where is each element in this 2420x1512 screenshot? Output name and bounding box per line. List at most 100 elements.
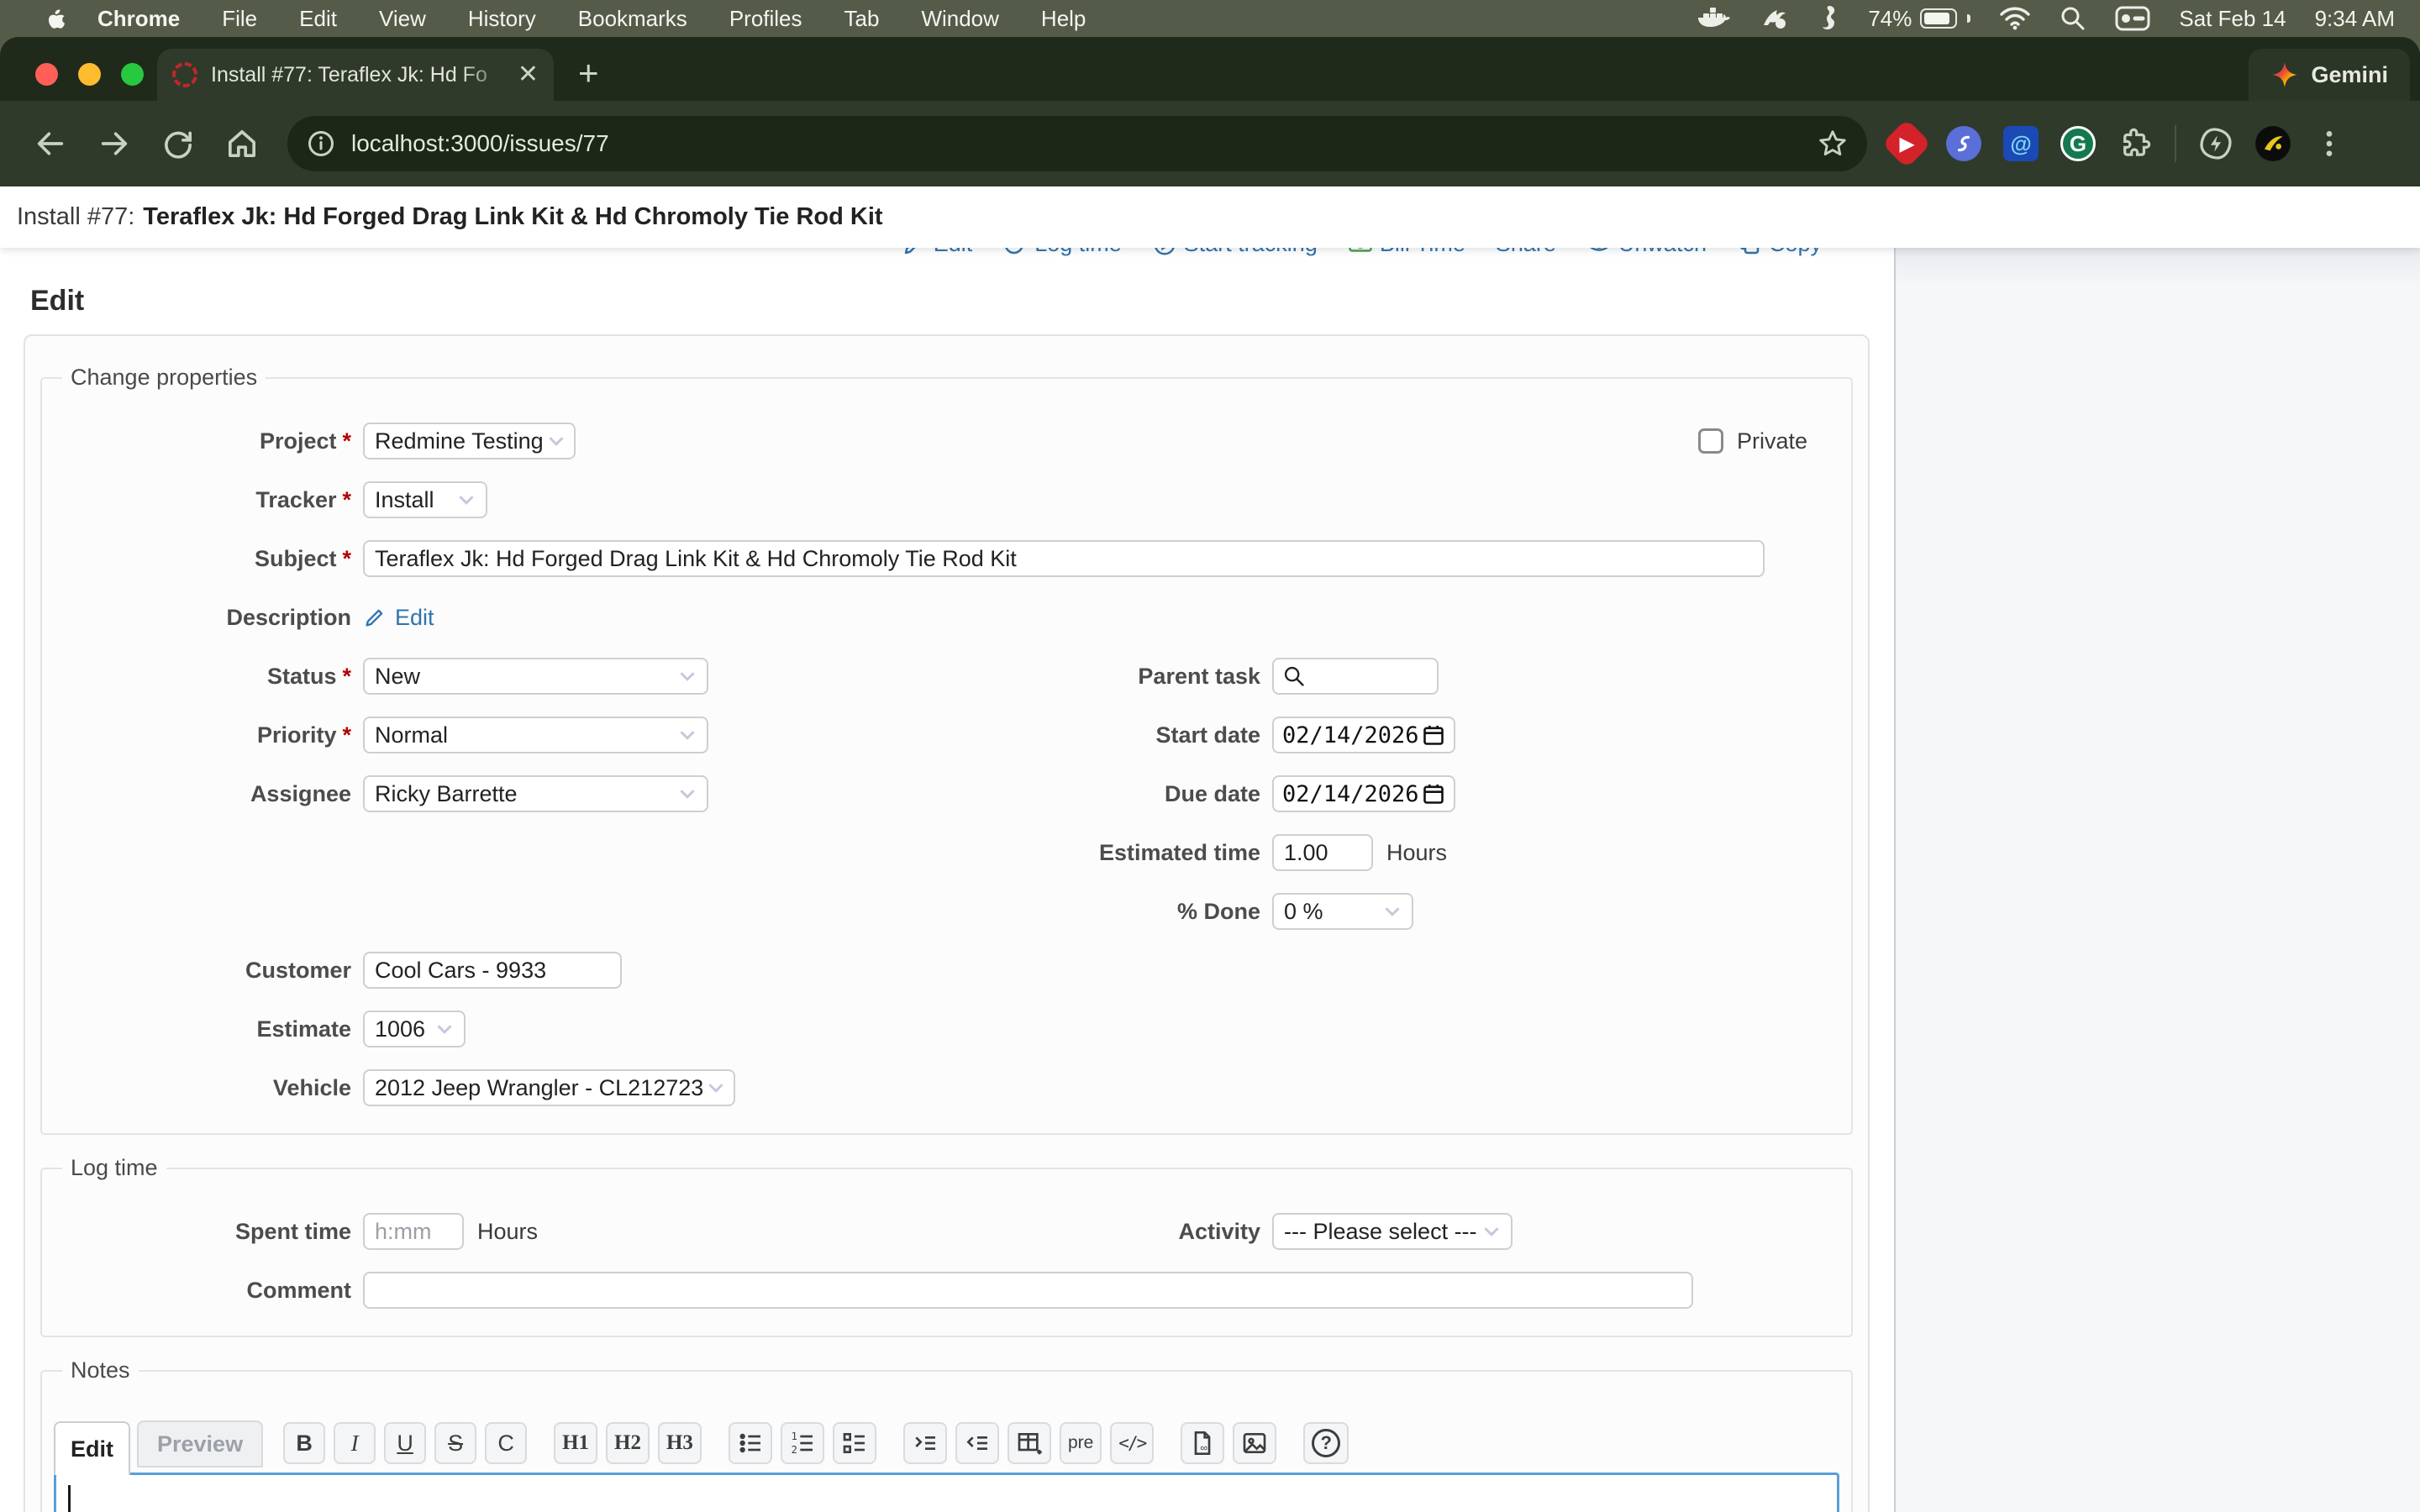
spent-time-hours-suffix: Hours	[477, 1219, 538, 1245]
notes-tab-edit[interactable]: Edit	[54, 1421, 130, 1475]
battery-icon	[1920, 8, 1957, 29]
blockquote-icon[interactable]	[903, 1422, 947, 1464]
ordered-list-icon[interactable]: 12	[781, 1422, 824, 1464]
svg-text:∞: ∞	[1201, 1441, 1208, 1453]
calendar-icon[interactable]	[1422, 782, 1445, 806]
due-date-input[interactable]: 02/14/2026	[1272, 775, 1455, 812]
browser-toolbar: localhost:3000/issues/77 ▶ @ G	[0, 101, 2420, 186]
description-edit-link[interactable]: Edit	[363, 605, 434, 631]
task-list-icon[interactable]	[833, 1422, 876, 1464]
assignee-select[interactable]: Ricky Barrette	[363, 775, 708, 812]
menubar-item-help[interactable]: Help	[1041, 6, 1086, 32]
energy-saver-icon[interactable]	[2198, 126, 2233, 161]
tab-close-icon[interactable]: ✕	[518, 62, 539, 87]
done-select[interactable]: 0 %	[1272, 893, 1413, 930]
menubar-item-file[interactable]: File	[222, 6, 257, 32]
extension-icon-red[interactable]: ▶	[1881, 118, 1931, 168]
menubar-item-history[interactable]: History	[468, 6, 536, 32]
new-tab-button[interactable]: +	[578, 55, 599, 91]
menubar-time[interactable]: 9:34 AM	[2315, 6, 2395, 32]
profile-avatar[interactable]	[2255, 126, 2291, 161]
action-edit[interactable]: Edit	[902, 248, 973, 257]
docker-icon[interactable]	[1697, 5, 1730, 32]
bookmark-star-icon[interactable]	[1817, 128, 1849, 160]
inline-code-button[interactable]: C	[485, 1422, 527, 1464]
extensions-puzzle-icon[interactable]	[2118, 126, 2153, 161]
forward-icon[interactable]	[97, 127, 131, 160]
action-bill-time[interactable]: Bill Time	[1348, 248, 1465, 257]
project-select[interactable]: Redmine Testing	[363, 423, 576, 459]
status-extra-icon-2[interactable]	[1818, 4, 1839, 33]
action-start-tracking[interactable]: Start tracking	[1152, 248, 1318, 257]
home-icon[interactable]	[225, 127, 259, 160]
menubar-item-view[interactable]: View	[379, 6, 426, 32]
comment-input[interactable]	[363, 1272, 1693, 1309]
heading1-button[interactable]: H1	[554, 1422, 597, 1464]
menubar-item-edit[interactable]: Edit	[299, 6, 337, 32]
status-extra-icon-1[interactable]	[1759, 5, 1789, 32]
strikethrough-button[interactable]: S	[434, 1422, 476, 1464]
menubar-app-name[interactable]: Chrome	[97, 6, 180, 32]
apple-icon[interactable]	[44, 6, 67, 31]
private-checkbox[interactable]	[1698, 428, 1723, 454]
issue-title: Teraflex Jk: Hd Forged Drag Link Kit & H…	[143, 203, 882, 231]
browser-tab[interactable]: Install #77: Teraflex Jk: Hd Fo ✕	[157, 49, 554, 101]
spent-time-input[interactable]	[363, 1213, 464, 1250]
wiki-link-icon[interactable]: ∞	[1181, 1422, 1224, 1464]
toolbar-divider	[2175, 125, 2176, 162]
menubar-item-tab[interactable]: Tab	[844, 6, 880, 32]
menubar-item-window[interactable]: Window	[921, 6, 998, 32]
status-select[interactable]: New	[363, 658, 708, 695]
back-icon[interactable]	[34, 127, 67, 160]
minimize-window-button[interactable]	[78, 63, 101, 86]
heading3-button[interactable]: H3	[658, 1422, 702, 1464]
bold-button[interactable]: B	[283, 1422, 325, 1464]
issue-action-links: Edit Log time Start tracking Bill Time	[902, 248, 1822, 257]
estimate-select[interactable]: 1006	[363, 1011, 466, 1047]
notes-textarea[interactable]	[54, 1473, 1839, 1512]
grammarly-icon[interactable]: G	[2060, 126, 2096, 161]
action-copy[interactable]: Copy	[1737, 248, 1822, 257]
italic-button[interactable]: I	[334, 1422, 376, 1464]
code-block-button[interactable]: </>	[1110, 1422, 1154, 1464]
unordered-list-icon[interactable]	[729, 1422, 772, 1464]
play-circle-icon	[1152, 248, 1177, 257]
unquote-icon[interactable]	[955, 1422, 999, 1464]
extension-icon-at[interactable]: @	[2003, 126, 2039, 161]
address-bar[interactable]: localhost:3000/issues/77	[287, 116, 1867, 171]
customer-input[interactable]	[363, 952, 622, 989]
underline-button[interactable]: U	[384, 1422, 426, 1464]
menubar-date[interactable]: Sat Feb 14	[2179, 6, 2286, 32]
action-share[interactable]: Share	[1496, 248, 1556, 257]
subject-input[interactable]	[363, 540, 1765, 577]
spotlight-search-icon[interactable]	[2060, 5, 2086, 32]
tracker-select[interactable]: Install	[363, 481, 487, 518]
gemini-button[interactable]: Gemini	[2249, 49, 2410, 101]
notes-tab-preview[interactable]: Preview	[137, 1420, 263, 1467]
activity-select[interactable]: --- Please select ---	[1272, 1213, 1512, 1250]
close-window-button[interactable]	[35, 63, 58, 86]
parent-task-input[interactable]	[1272, 658, 1439, 695]
extension-icon-swirl[interactable]	[1946, 126, 1981, 161]
estimated-time-input[interactable]	[1272, 834, 1373, 871]
zoom-window-button[interactable]	[121, 63, 144, 86]
estimated-time-hours-suffix: Hours	[1386, 840, 1447, 866]
wifi-icon[interactable]	[1999, 6, 2031, 31]
vehicle-select[interactable]: 2012 Jeep Wrangler - CL212723	[363, 1069, 735, 1106]
image-icon[interactable]	[1233, 1422, 1276, 1464]
menubar-item-bookmarks[interactable]: Bookmarks	[578, 6, 687, 32]
table-icon[interactable]	[1007, 1422, 1051, 1464]
heading2-button[interactable]: H2	[606, 1422, 650, 1464]
action-unwatch[interactable]: Unwatch	[1586, 248, 1707, 257]
menu-dots-icon[interactable]	[2312, 127, 2346, 160]
preformatted-button[interactable]: pre	[1060, 1422, 1102, 1464]
help-button[interactable]: ?	[1303, 1422, 1349, 1464]
start-date-input[interactable]: 02/14/2026	[1272, 717, 1455, 753]
fast-user-switch-icon[interactable]	[2115, 6, 2150, 31]
menubar-item-profiles[interactable]: Profiles	[729, 6, 802, 32]
reload-icon[interactable]	[161, 127, 195, 160]
action-log-time[interactable]: Log time	[1002, 248, 1122, 257]
priority-select[interactable]: Normal	[363, 717, 708, 753]
calendar-icon[interactable]	[1422, 723, 1445, 747]
site-info-icon[interactable]	[306, 129, 336, 159]
